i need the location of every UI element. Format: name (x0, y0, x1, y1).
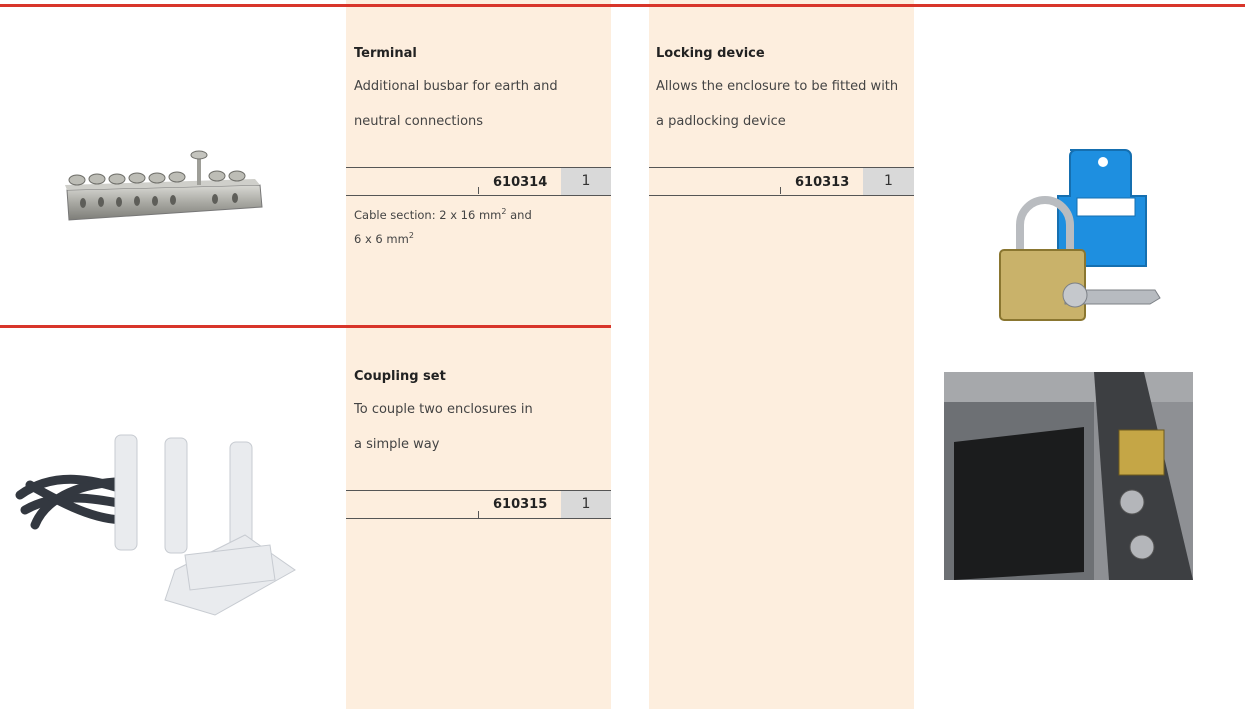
terminal-title: Terminal (354, 46, 417, 61)
busbar-terminal-image (65, 150, 263, 221)
coupling-code-line-bottom (346, 518, 611, 519)
terminal-cable-note: Cable section: 2 x 16 mm2 and 6 x 6 mm2 (354, 207, 532, 246)
top-rule (0, 4, 1245, 7)
coupling-description-line: To couple two enclosures in (354, 402, 533, 417)
terminal-description-line: Additional busbar for earth and (354, 79, 558, 94)
terminal-description-line: neutral connections (354, 114, 484, 129)
coupling-set-image (15, 434, 296, 616)
locking-description-line: a padlocking device (656, 114, 786, 129)
terminal-code-tick (478, 187, 479, 194)
locking-device-description: Allows the enclosure to be fitted with a… (656, 69, 916, 139)
coupling-set-title: Coupling set (354, 369, 446, 384)
locking-device-title: Locking device (656, 46, 765, 61)
terminal-quantity: 1 (561, 168, 611, 195)
coupling-code-tick (478, 511, 479, 518)
terminal-description: Additional busbar for earth and neutral … (354, 69, 614, 139)
coupling-description-line: a simple way (354, 437, 440, 452)
terminal-code-line-bottom (346, 195, 611, 196)
terminal-article-code: 610314 (493, 175, 548, 190)
coupling-set-description: To couple two enclosures in a simple way (354, 392, 614, 462)
locking-code-tick (780, 187, 781, 194)
locking-article-code: 610313 (795, 175, 850, 190)
installed-lock-photo (944, 372, 1193, 580)
locking-code-line-bottom (649, 195, 914, 196)
locking-description-line: Allows the enclosure to be fitted with (656, 79, 899, 94)
coupling-article-code: 610315 (493, 497, 548, 512)
locking-quantity: 1 (863, 168, 914, 195)
coupling-quantity: 1 (561, 491, 611, 518)
section-rule (0, 325, 611, 328)
padlock-device-image (999, 149, 1161, 321)
